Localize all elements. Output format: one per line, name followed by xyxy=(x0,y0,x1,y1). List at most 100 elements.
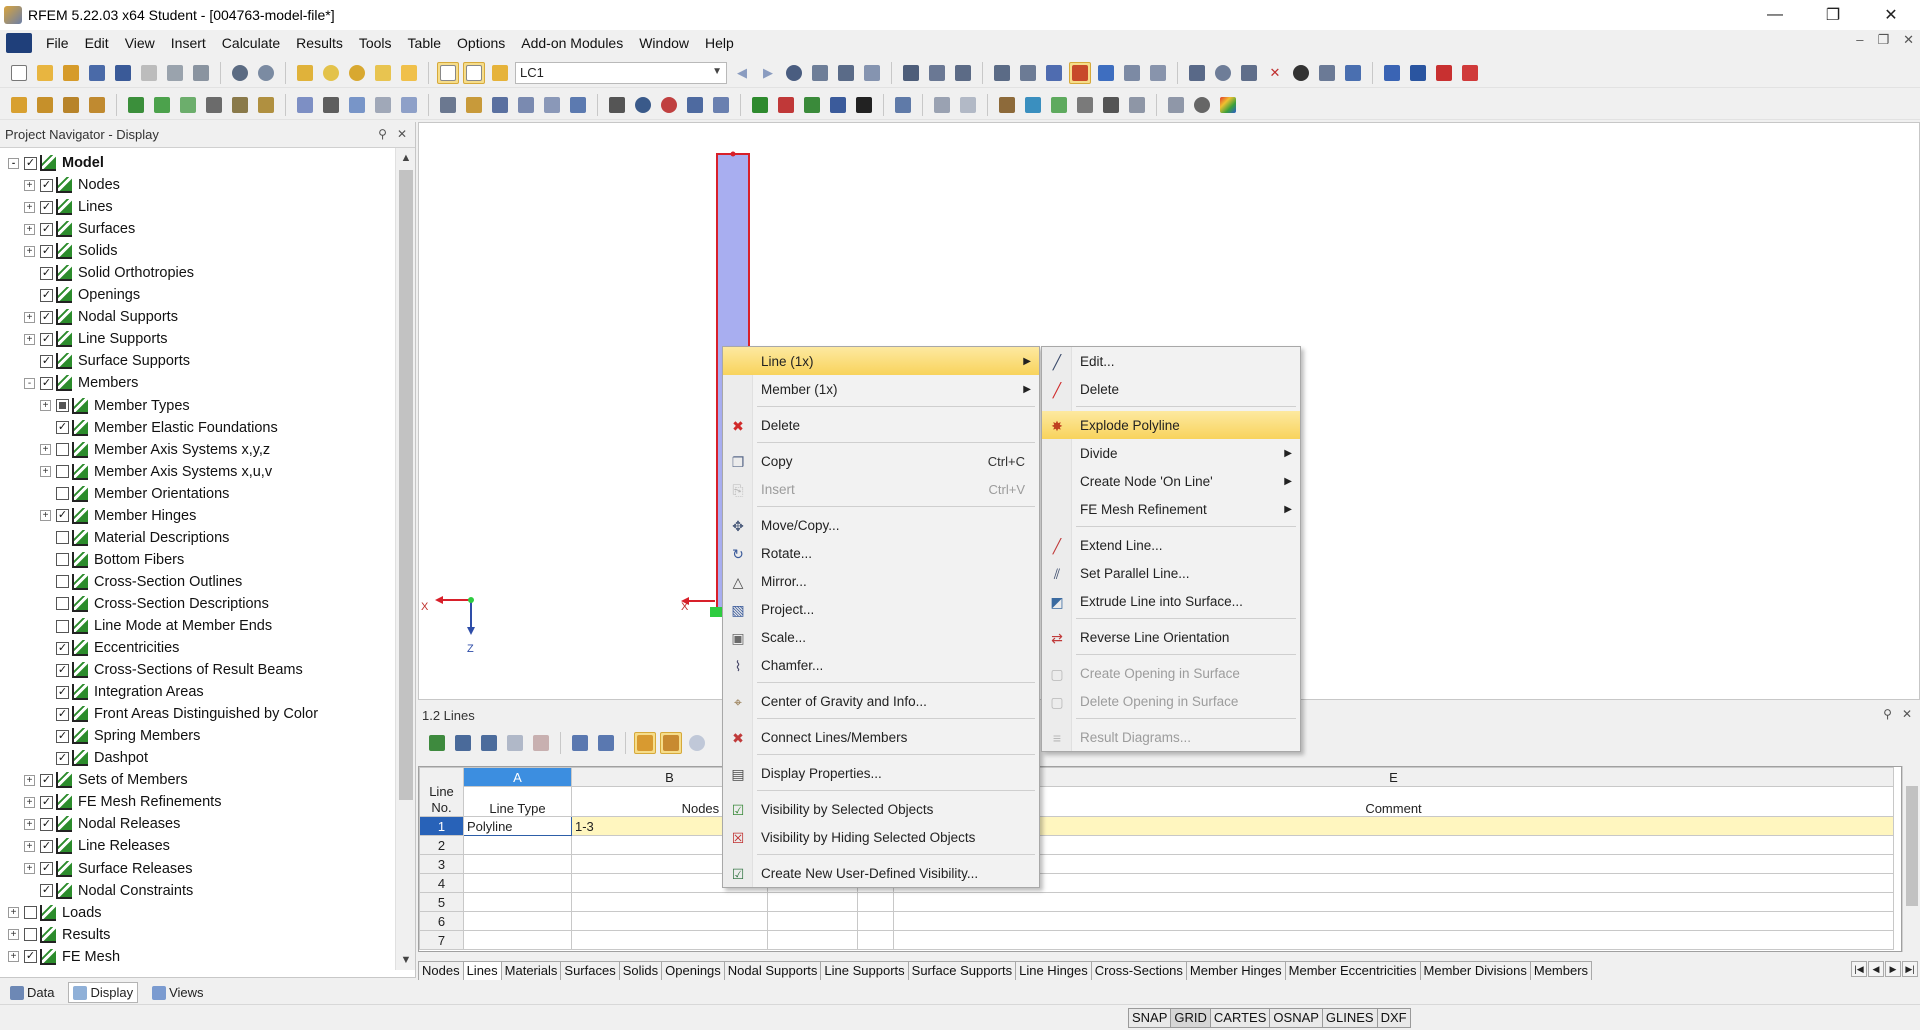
menu-item-extend-line[interactable]: ╱Extend Line... xyxy=(1042,531,1300,559)
table-cell[interactable] xyxy=(858,893,894,912)
pin-icon[interactable]: ⚲ xyxy=(378,127,387,141)
scroll-thumb[interactable] xyxy=(399,170,413,800)
minimize-button[interactable]: — xyxy=(1746,0,1804,30)
menu-item-divide[interactable]: Divide▶ xyxy=(1042,439,1300,467)
load-case-icon[interactable] xyxy=(489,62,511,84)
comment-cell[interactable] xyxy=(894,931,1894,950)
sheet-tab-surface-supports[interactable]: Surface Supports xyxy=(908,961,1016,980)
expand-icon[interactable]: + xyxy=(24,841,35,852)
document-menu-icon[interactable] xyxy=(6,33,32,53)
tree-item-results[interactable]: +Results xyxy=(0,924,390,946)
menu-item-extrude-line-into-surface[interactable]: ◩Extrude Line into Surface... xyxy=(1042,587,1300,615)
close-view-icon[interactable]: ✕ xyxy=(1264,62,1286,84)
display-surfaces-icon[interactable] xyxy=(1095,62,1117,84)
tree-item-member-axis-systems-x-u-v[interactable]: +Member Axis Systems x,u,v xyxy=(0,461,390,483)
tree-item-member-hinges[interactable]: +✓Member Hinges xyxy=(0,505,390,527)
tree-item-nodal-supports[interactable]: +✓Nodal Supports xyxy=(0,306,390,328)
sheet-tab-member-eccentricities[interactable]: Member Eccentricities xyxy=(1285,961,1421,980)
expand-icon[interactable]: + xyxy=(8,907,19,918)
line-grid-icon[interactable] xyxy=(1074,94,1096,116)
tree-item-line-releases[interactable]: +✓Line Releases xyxy=(0,835,390,857)
menu-item-move-copy[interactable]: ✥Move/Copy... xyxy=(723,511,1039,539)
sheet-tab-member-hinges[interactable]: Member Hinges xyxy=(1186,961,1286,980)
new-solid-box-icon[interactable] xyxy=(372,94,394,116)
visibility-checkbox[interactable]: ✓ xyxy=(56,421,69,434)
visibility-checkbox[interactable]: ✓ xyxy=(56,686,69,699)
tree-item-cross-section-descriptions[interactable]: Cross-Section Descriptions xyxy=(0,593,390,615)
check-model-icon[interactable] xyxy=(606,94,628,116)
deformation-icon[interactable] xyxy=(861,62,883,84)
report-icon[interactable] xyxy=(138,62,160,84)
menu-item-scale[interactable]: ▣Scale... xyxy=(723,623,1039,651)
bottom-node-marker[interactable] xyxy=(710,607,722,617)
previous-sheet-icon[interactable]: ◀ xyxy=(1868,961,1884,977)
comment-cell[interactable] xyxy=(894,855,1894,874)
osnap-toggle[interactable]: OSNAP xyxy=(1269,1008,1323,1028)
expand-icon[interactable]: + xyxy=(24,180,35,191)
new-line-icon[interactable] xyxy=(34,94,56,116)
menu-item-line-1x[interactable]: Line (1x)▶ xyxy=(723,347,1039,375)
new-rib-icon[interactable] xyxy=(177,94,199,116)
dimension-icon[interactable] xyxy=(931,94,953,116)
result-values-icon[interactable] xyxy=(809,62,831,84)
expand-icon[interactable]: + xyxy=(24,775,35,786)
last-sheet-icon[interactable]: ▶| xyxy=(1902,961,1918,977)
new-member-icon[interactable] xyxy=(125,94,147,116)
new-file-icon[interactable] xyxy=(8,62,30,84)
sheet-tab-nodes[interactable]: Nodes xyxy=(418,961,464,980)
line-type-cell[interactable] xyxy=(464,931,572,950)
animation-icon[interactable] xyxy=(835,62,857,84)
merge-icon[interactable] xyxy=(541,94,563,116)
visibility-checkbox[interactable]: ✓ xyxy=(40,333,53,346)
tree-item-model[interactable]: -✓Model xyxy=(0,152,390,174)
new-support-icon[interactable] xyxy=(203,94,225,116)
menu-item-delete[interactable]: ✖Delete xyxy=(723,411,1039,439)
tree-item-member-types[interactable]: +Member Types xyxy=(0,395,390,417)
tree-item-lines[interactable]: +✓Lines xyxy=(0,196,390,218)
tree-item-integration-areas[interactable]: ✓Integration Areas xyxy=(0,681,390,703)
line-type-cell[interactable] xyxy=(464,874,572,893)
table-export-icon[interactable] xyxy=(530,732,552,754)
tree-item-nodal-releases[interactable]: +✓Nodal Releases xyxy=(0,813,390,835)
nodes-cell[interactable] xyxy=(572,931,768,950)
menu-item-center-of-gravity-and-info[interactable]: ⌖Center of Gravity and Info... xyxy=(723,687,1039,715)
menu-item-connect-lines-members[interactable]: ✖Connect Lines/Members xyxy=(723,723,1039,751)
sheet-tab-lines[interactable]: Lines xyxy=(463,961,502,980)
zoom-all-icon[interactable] xyxy=(346,62,368,84)
grid-icon[interactable] xyxy=(991,62,1013,84)
table-cell[interactable] xyxy=(768,931,858,950)
pan-icon[interactable] xyxy=(372,62,394,84)
front-view-icon[interactable] xyxy=(710,94,732,116)
color-settings-icon[interactable] xyxy=(1316,62,1338,84)
scroll-thumb[interactable] xyxy=(1906,786,1918,906)
line-type-cell[interactable] xyxy=(464,836,572,855)
tree-item-sets-of-members[interactable]: +✓Sets of Members xyxy=(0,769,390,791)
line-type-cell[interactable] xyxy=(464,855,572,874)
render-icon[interactable] xyxy=(1290,62,1312,84)
export-icon[interactable] xyxy=(1381,62,1403,84)
sheet-tab-openings[interactable]: Openings xyxy=(661,961,725,980)
tree-item-cross-section-outlines[interactable]: Cross-Section Outlines xyxy=(0,571,390,593)
visibility-checkbox[interactable] xyxy=(56,575,69,588)
first-sheet-icon[interactable]: |◀ xyxy=(1851,961,1867,977)
block-icon[interactable] xyxy=(1100,94,1122,116)
visibility-checkbox[interactable]: ✓ xyxy=(24,157,37,170)
import-icon[interactable] xyxy=(1407,62,1429,84)
collapse-icon[interactable]: - xyxy=(24,378,35,389)
tree-item-surface-releases[interactable]: +✓Surface Releases xyxy=(0,858,390,880)
close-button[interactable]: ✕ xyxy=(1862,0,1920,30)
menu-item-member-1x[interactable]: Member (1x)▶ xyxy=(723,375,1039,403)
view-y-icon[interactable] xyxy=(775,94,797,116)
tree-item-nodal-constraints[interactable]: ✓Nodal Constraints xyxy=(0,880,390,902)
visibility-checkbox[interactable] xyxy=(24,906,37,919)
visibility-checkbox[interactable]: ✓ xyxy=(56,752,69,765)
tree-item-members[interactable]: -✓Members xyxy=(0,372,390,394)
visibility-checkbox[interactable]: ✓ xyxy=(56,664,69,677)
menu-item-chamfer[interactable]: ⌇Chamfer... xyxy=(723,651,1039,679)
view-model-icon[interactable] xyxy=(900,62,922,84)
menu-item-copy[interactable]: ❐CopyCtrl+C xyxy=(723,447,1039,475)
nodes-cell[interactable] xyxy=(572,893,768,912)
tree-item-dashpot[interactable]: ✓Dashpot xyxy=(0,747,390,769)
column-e-header[interactable]: E xyxy=(894,768,1894,787)
visibility-checkbox[interactable]: ✓ xyxy=(40,840,53,853)
